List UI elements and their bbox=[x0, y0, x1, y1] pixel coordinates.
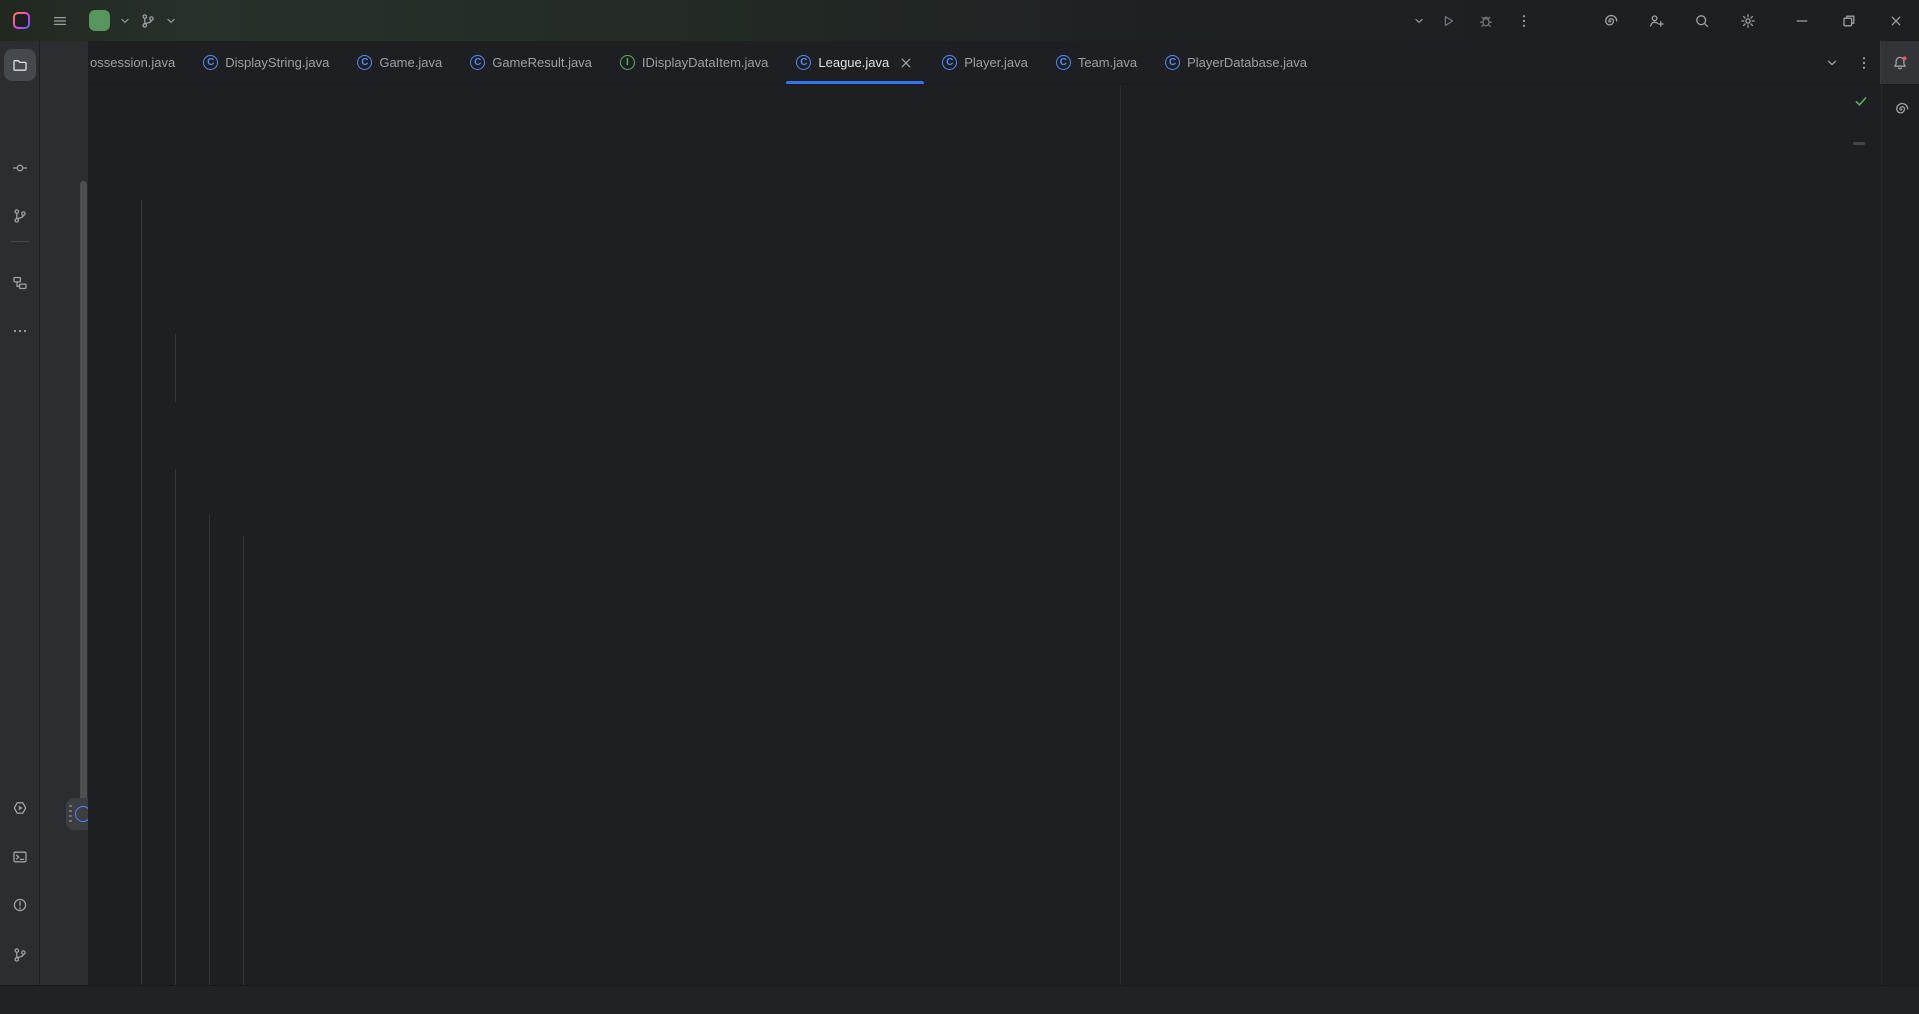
more-dots-icon bbox=[12, 323, 28, 339]
project-tool-button[interactable] bbox=[4, 49, 36, 81]
hamburger-menu-icon bbox=[52, 13, 68, 29]
more-actions-button[interactable] bbox=[1516, 13, 1532, 29]
tab-player-java[interactable]: C Player.java bbox=[928, 41, 1042, 84]
pull-requests-tool-button[interactable] bbox=[4, 200, 36, 232]
class-icon: C bbox=[357, 55, 373, 70]
tabs-container: ossession.java C DisplayString.java C Game.j… bbox=[76, 41, 1321, 84]
tab-label: Team.java bbox=[1077, 55, 1138, 70]
class-icon: C bbox=[796, 55, 812, 70]
code-editor[interactable] bbox=[88, 85, 1881, 985]
tab-gameresult-java[interactable]: C GameResult.java bbox=[456, 41, 606, 84]
problems-tool-button[interactable] bbox=[4, 889, 36, 921]
problems-icon bbox=[12, 897, 28, 913]
git-branch-icon bbox=[140, 13, 156, 29]
commit-icon bbox=[12, 160, 28, 176]
run-button[interactable] bbox=[1440, 13, 1456, 29]
bell-icon bbox=[1892, 55, 1908, 71]
editor-tab-bar: ossession.java C DisplayString.java C Game.j… bbox=[40, 41, 1919, 85]
more-tool-windows-button[interactable] bbox=[4, 315, 36, 347]
class-icon: C bbox=[942, 55, 958, 70]
tab-label: Game.java bbox=[379, 55, 443, 70]
class-icon: C bbox=[1055, 55, 1071, 70]
folder-icon bbox=[12, 57, 28, 73]
ai-assistant-icon[interactable] bbox=[1602, 13, 1618, 29]
status-bar bbox=[0, 985, 1919, 1014]
class-icon: C bbox=[203, 55, 219, 70]
indent-guide bbox=[209, 514, 210, 985]
code-with-me-button[interactable] bbox=[1648, 13, 1664, 29]
tab-label: ossession.java bbox=[90, 55, 176, 70]
tab-label: League.java bbox=[818, 55, 890, 70]
project-panel-scrollbar[interactable] bbox=[80, 181, 87, 821]
minimize-icon bbox=[1794, 13, 1810, 29]
tab-label: PlayerDatabase.java bbox=[1187, 55, 1308, 70]
ide-window: { "colors": { "accent":"#3574F0", "keywo… bbox=[0, 0, 1919, 1014]
show-hidden-tabs-button[interactable] bbox=[1816, 55, 1848, 71]
tab-label: GameResult.java bbox=[492, 55, 592, 70]
inspections-ok-icon[interactable] bbox=[1853, 93, 1869, 109]
settings-button[interactable] bbox=[1740, 13, 1756, 29]
tab-ossession-java[interactable]: ossession.java bbox=[76, 41, 189, 84]
title-bar bbox=[0, 0, 1919, 41]
project-avatar bbox=[89, 10, 110, 31]
indent-guide bbox=[243, 536, 244, 985]
git-branch-icon bbox=[12, 947, 28, 963]
restore-icon bbox=[1841, 13, 1857, 29]
chevron-down-icon bbox=[1824, 55, 1840, 71]
search-everywhere-button[interactable] bbox=[1694, 13, 1710, 29]
tab-displaystring-java[interactable]: C DisplayString.java bbox=[189, 41, 343, 84]
tab-label: DisplayString.java bbox=[225, 55, 330, 70]
interface-icon: I bbox=[619, 55, 635, 70]
floating-run-widget[interactable] bbox=[66, 798, 88, 830]
intellij-logo-icon bbox=[13, 12, 30, 29]
project-widget[interactable] bbox=[89, 6, 132, 36]
drag-handle-icon bbox=[69, 805, 72, 823]
debug-button[interactable] bbox=[1478, 13, 1494, 29]
git-branch-icon bbox=[12, 208, 28, 224]
run-gutter-icon bbox=[75, 806, 88, 822]
indent-guide bbox=[141, 200, 142, 985]
terminal-tool-button[interactable] bbox=[4, 841, 36, 873]
ai-assistant-icon bbox=[1893, 101, 1909, 117]
tab-label: IDisplayDataItem.java bbox=[641, 55, 769, 70]
ai-assistant-tool-button[interactable] bbox=[1885, 93, 1917, 125]
class-icon: C bbox=[1165, 55, 1181, 70]
class-icon: C bbox=[470, 55, 486, 70]
version-control-tool-button[interactable] bbox=[4, 939, 36, 971]
structure-icon bbox=[12, 275, 28, 291]
run-configuration-selector[interactable] bbox=[1409, 13, 1426, 29]
left-tool-stripe bbox=[0, 41, 40, 985]
tab-idisplaydataitem-java[interactable]: I IDisplayDataItem.java bbox=[606, 41, 782, 84]
close-button[interactable] bbox=[1872, 0, 1919, 41]
scrollbar-mark bbox=[1853, 142, 1865, 145]
tab-team-java[interactable]: C Team.java bbox=[1042, 41, 1151, 84]
project-panel[interactable] bbox=[40, 41, 88, 985]
tab-playerdatabase-java[interactable]: C PlayerDatabase.java bbox=[1151, 41, 1321, 84]
close-icon bbox=[1888, 13, 1904, 29]
stripe-divider bbox=[10, 241, 30, 242]
right-tool-stripe bbox=[1881, 85, 1919, 985]
notifications-button[interactable] bbox=[1880, 41, 1919, 84]
tab-league-java[interactable]: C League.java bbox=[782, 41, 928, 84]
terminal-icon bbox=[12, 849, 28, 865]
tab-options-button[interactable] bbox=[1848, 55, 1880, 71]
chevron-down-icon bbox=[118, 13, 132, 29]
run-hexagon-icon bbox=[12, 800, 28, 816]
restore-button[interactable] bbox=[1825, 0, 1872, 41]
tab-game-java[interactable]: C Game.java bbox=[343, 41, 456, 84]
tab-label: Player.java bbox=[964, 55, 1028, 70]
right-margin-guide bbox=[1120, 85, 1121, 985]
minimize-button[interactable] bbox=[1778, 0, 1825, 41]
indent-guide bbox=[175, 469, 176, 985]
tab-close-icon[interactable] bbox=[898, 55, 914, 71]
vcs-branch-widget[interactable] bbox=[140, 6, 178, 36]
structure-tool-button[interactable] bbox=[4, 267, 36, 299]
main-menu-button[interactable] bbox=[45, 6, 75, 36]
run-tool-button[interactable] bbox=[4, 792, 36, 824]
commit-tool-button[interactable] bbox=[4, 152, 36, 184]
indent-guide bbox=[175, 334, 176, 402]
kebab-menu-icon bbox=[1856, 55, 1872, 71]
chevron-down-icon bbox=[1412, 13, 1426, 29]
chevron-down-icon bbox=[164, 13, 178, 29]
